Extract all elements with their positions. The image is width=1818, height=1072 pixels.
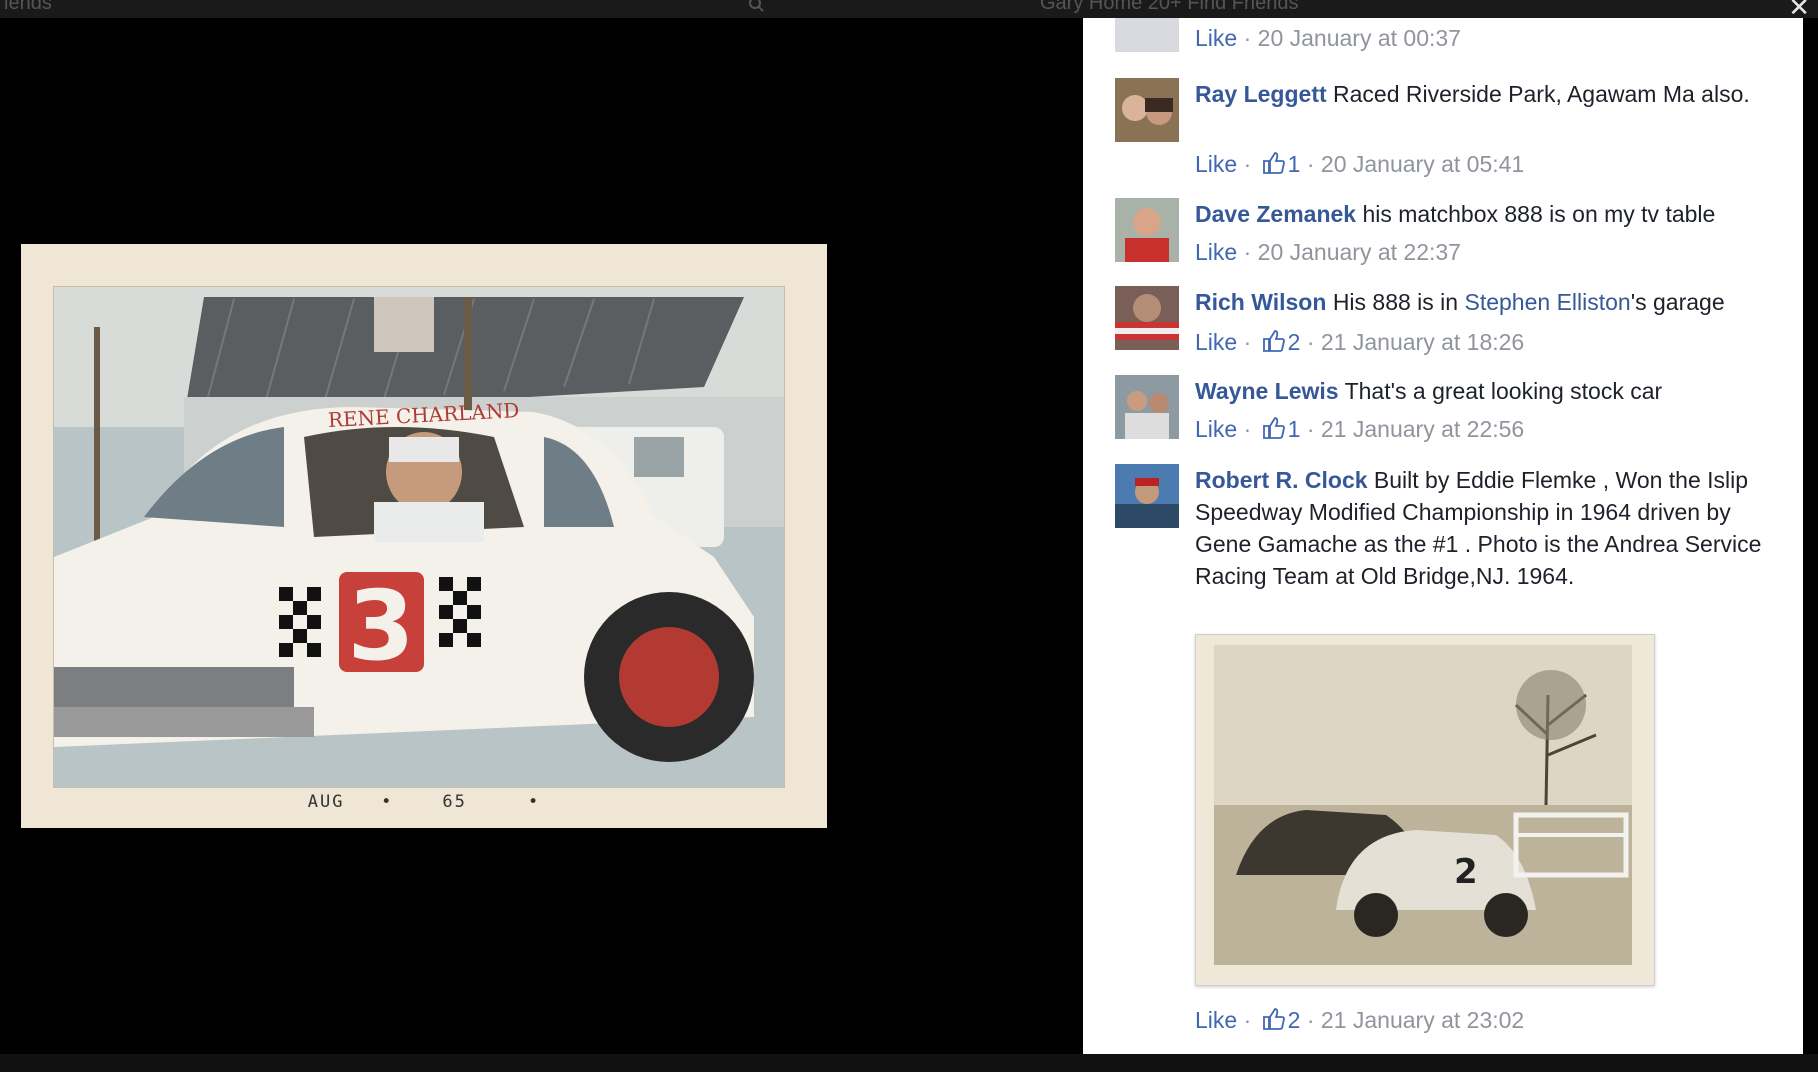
comment-text: That's a great looking stock car	[1344, 378, 1663, 404]
comment-meta: Like · 2 · 21 January at 23:02	[1195, 1007, 1525, 1033]
like-count[interactable]: 1	[1288, 416, 1301, 442]
like-link[interactable]: Like	[1195, 416, 1237, 442]
like-count[interactable]: 1	[1288, 151, 1301, 177]
main-photo[interactable]: 3 RENE CHARLAND AUG • 65 •	[21, 244, 827, 828]
comment-item: Like · 20 January at 00:37	[1115, 18, 1775, 80]
svg-text:3: 3	[348, 570, 415, 682]
comment-timestamp[interactable]: 21 January at 22:56	[1321, 416, 1524, 442]
race-car-illustration: 3 RENE CHARLAND	[54, 287, 784, 787]
commenter-name[interactable]: Dave Zemanek	[1195, 201, 1356, 227]
comment-item: Dave Zemanek his matchbox 888 is on my t…	[1115, 198, 1775, 286]
commenter-name[interactable]: Robert R. Clock	[1195, 467, 1368, 493]
topbar-left-text: iends	[4, 0, 52, 14]
thumbs-up-icon[interactable]	[1262, 151, 1286, 175]
comment-body: Robert R. Clock Built by Eddie Flemke , …	[1195, 464, 1775, 592]
comment-meta: Like · 1 · 20 January at 05:41	[1195, 151, 1525, 177]
avatar[interactable]	[1115, 464, 1179, 528]
comment-timestamp[interactable]: 20 January at 00:37	[1258, 25, 1461, 51]
like-count[interactable]: 2	[1288, 1007, 1301, 1033]
commenter-name[interactable]: Rich Wilson	[1195, 289, 1326, 315]
commenter-name[interactable]: Ray Leggett	[1195, 81, 1327, 107]
avatar[interactable]	[1115, 78, 1179, 142]
comment-timestamp[interactable]: 20 January at 22:37	[1258, 239, 1461, 265]
caption-year: 65	[442, 792, 467, 812]
top-navigation-bar: iends Gary Home 20+ Find Friends	[0, 0, 1818, 18]
comment-meta: Like · 2 · 21 January at 18:26	[1195, 329, 1525, 355]
comment-text: his matchbox 888 is on my tv table	[1362, 201, 1716, 227]
like-link[interactable]: Like	[1195, 1007, 1237, 1033]
comment-item: Wayne Lewis That's a great looking stock…	[1115, 375, 1775, 465]
comment-timestamp[interactable]: 21 January at 18:26	[1321, 329, 1524, 355]
race-car-photo: 3 RENE CHARLAND	[53, 286, 785, 788]
comment-text: His 888 is in	[1332, 289, 1465, 315]
photo-caption: AUG • 65 •	[307, 792, 541, 812]
like-link[interactable]: Like	[1195, 151, 1237, 177]
mention-link[interactable]: Stephen Elliston	[1464, 289, 1630, 315]
comment-item: Ray Leggett Raced Riverside Park, Agawam…	[1115, 78, 1775, 198]
bottom-strip	[0, 1054, 1818, 1072]
close-icon[interactable]: ✕	[1788, 0, 1810, 20]
avatar[interactable]	[1115, 375, 1179, 439]
comment-body: Rich Wilson His 888 is in Stephen Ellist…	[1195, 286, 1775, 318]
comment-text-end: 's garage	[1630, 289, 1725, 315]
comment-body: Wayne Lewis That's a great looking stock…	[1195, 375, 1775, 407]
avatar[interactable]	[1115, 18, 1179, 52]
comment-body: Dave Zemanek his matchbox 888 is on my t…	[1195, 198, 1775, 230]
avatar[interactable]	[1115, 286, 1179, 350]
like-link[interactable]: Like	[1195, 25, 1237, 51]
comments-panel[interactable]: Like · 20 January at 00:37 Ray Leggett R…	[1083, 18, 1803, 1054]
comment-body: Ray Leggett Raced Riverside Park, Agawam…	[1195, 78, 1775, 110]
photo-stage: 3 RENE CHARLAND AUG • 65 •	[0, 18, 1083, 1054]
attached-race-photo: 2	[1196, 635, 1654, 985]
like-link[interactable]: Like	[1195, 329, 1237, 355]
comment-item: Rich Wilson His 888 is in Stephen Ellist…	[1115, 286, 1775, 376]
comment-meta: Like · 1 · 21 January at 22:56	[1195, 416, 1525, 442]
like-count[interactable]: 2	[1288, 329, 1301, 355]
comment-timestamp[interactable]: 20 January at 05:41	[1321, 151, 1524, 177]
topbar-nav-text[interactable]: Gary Home 20+ Find Friends	[1040, 0, 1298, 15]
attached-photo[interactable]: 2	[1195, 634, 1655, 986]
thumbs-up-icon[interactable]	[1262, 416, 1286, 440]
svg-text:2: 2	[1454, 852, 1478, 892]
comment-item: Robert R. Clock Built by Eddie Flemke , …	[1115, 464, 1775, 1044]
thumbs-up-icon[interactable]	[1262, 1007, 1286, 1031]
like-link[interactable]: Like	[1195, 239, 1237, 265]
comment-timestamp[interactable]: 21 January at 23:02	[1321, 1007, 1524, 1033]
comment-text: Raced Riverside Park, Agawam Ma also.	[1333, 81, 1750, 107]
comment-meta: Like · 20 January at 22:37	[1195, 239, 1461, 265]
comment-meta: Like · 20 January at 00:37	[1195, 25, 1461, 51]
search-icon[interactable]	[748, 0, 764, 12]
thumbs-up-icon[interactable]	[1262, 329, 1286, 353]
commenter-name[interactable]: Wayne Lewis	[1195, 378, 1339, 404]
avatar[interactable]	[1115, 198, 1179, 262]
caption-month: AUG	[307, 792, 345, 812]
